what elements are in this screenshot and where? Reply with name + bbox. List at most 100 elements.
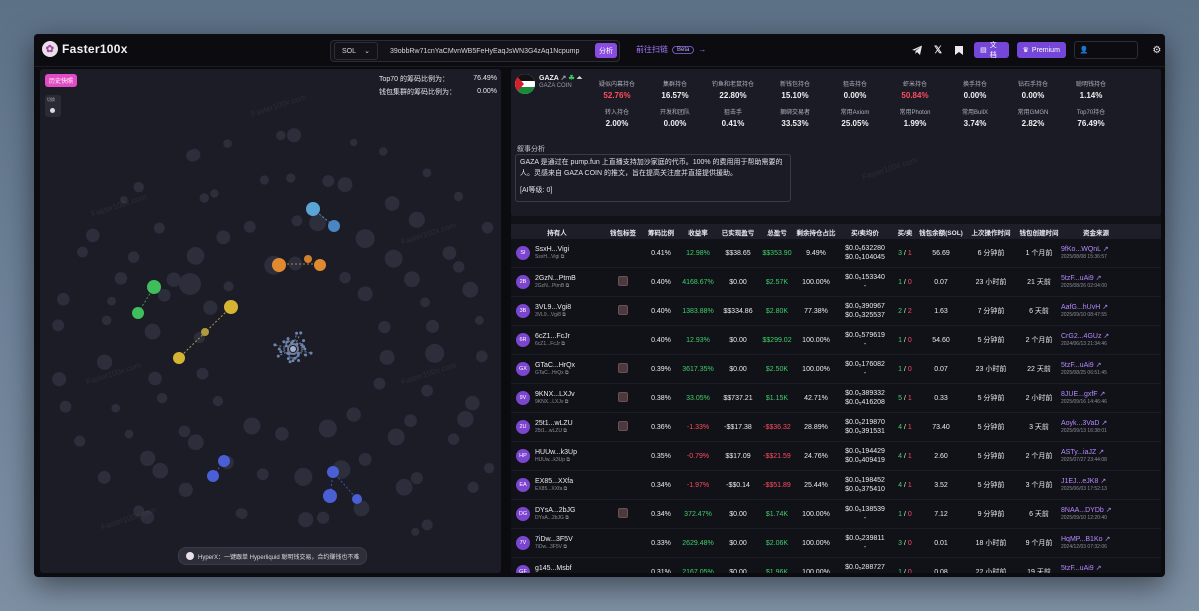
table-row[interactable]: GX GTaC...HrQx GTaC...HrQx ⧉ 0.39% 3617.35% $… xyxy=(511,355,1161,384)
bubble[interactable] xyxy=(235,508,246,519)
holder-cell[interactable]: SI SsxH...Vigi SsxH...Vigi ⧉ xyxy=(511,245,603,261)
bubble[interactable] xyxy=(426,319,440,333)
hub-node[interactable] xyxy=(302,345,306,349)
cluster-bubble[interactable] xyxy=(306,202,320,216)
fund-source-cell[interactable]: 9fKo...WQnL ↗ 2025/08/08 15:36:57 xyxy=(1061,245,1131,261)
bubble[interactable] xyxy=(124,429,134,439)
bubble[interactable] xyxy=(153,222,165,234)
table-row[interactable]: 9V 9KNX...LXJv 9KNX...LXJv ⧉ 0.38% 33.05% $$7… xyxy=(511,384,1161,413)
holder-name[interactable]: 25t1...wLZU xyxy=(535,419,573,428)
bubble[interactable] xyxy=(275,427,289,441)
cluster-bubble[interactable] xyxy=(173,352,185,364)
hyperx-promo[interactable]: HyperX：一键跟单 Hyperliquid 聪明钱交易，合约赚钱也不难 xyxy=(178,547,368,565)
bubble[interactable] xyxy=(166,272,181,287)
holder-name[interactable]: 7iDw...3F5V xyxy=(535,535,573,544)
holder-cell[interactable]: 9V 9KNX...LXJv 9KNX...LXJv ⧉ xyxy=(511,390,603,406)
bubble[interactable] xyxy=(127,251,140,263)
fund-source-cell[interactable]: ASTy...iaJZ ↗ 2025/07/27 23:44:08 xyxy=(1061,448,1131,464)
column-header[interactable]: 钱包余额(SOL) xyxy=(917,227,965,237)
hub-node[interactable] xyxy=(295,342,299,346)
holder-name[interactable]: DYsA...2bJG xyxy=(535,506,575,515)
fund-source-cell[interactable]: HqMP...B1Ko ↗ 2024/12/03 07:32:06 xyxy=(1061,535,1131,551)
column-header[interactable]: 已实现盈亏 xyxy=(717,227,759,237)
holder-name[interactable]: 2GzN...PtmB xyxy=(535,274,576,283)
bubble[interactable] xyxy=(59,400,72,413)
holder-name[interactable]: HUUw...k3Up xyxy=(535,448,577,457)
wallet-tag-icon[interactable] xyxy=(618,363,628,373)
bubble-map[interactable] xyxy=(40,69,501,573)
bubble[interactable] xyxy=(421,519,433,531)
cluster-bubble[interactable] xyxy=(327,466,339,478)
table-row[interactable]: 2B 2GzN...PtmB 2GzN...PtmB ⧉ 0.40% 4168.67% $… xyxy=(511,268,1161,297)
bubble[interactable] xyxy=(77,246,88,258)
bubble[interactable] xyxy=(223,281,234,292)
bubble[interactable] xyxy=(286,173,296,183)
external-link-icon[interactable]: ↗ xyxy=(1096,565,1102,572)
bubble[interactable] xyxy=(199,193,210,203)
bubble[interactable] xyxy=(52,372,67,387)
fund-source-address[interactable]: 9fKo...WQnL xyxy=(1061,246,1101,253)
cluster-bubble[interactable] xyxy=(132,307,144,319)
bubble[interactable] xyxy=(481,221,494,234)
bubble[interactable] xyxy=(453,261,465,273)
premium-button[interactable]: ♛ Premium xyxy=(1016,42,1066,58)
holder-name[interactable]: EX85...XXfa xyxy=(535,477,573,486)
logo[interactable]: ✿ Faster100x xyxy=(42,41,128,57)
bubble[interactable] xyxy=(322,175,335,187)
address-input[interactable]: 39obbRw71cnYaCMvnWB5FeHyEaqJsWN3G4zAq1Nc… xyxy=(390,48,579,55)
hub-node[interactable] xyxy=(286,357,290,361)
wallet-tag-icon[interactable] xyxy=(618,276,628,286)
holder-cell[interactable]: 3B 3VL9...Vgi8 3VL9...Vgi8 ⧉ xyxy=(511,303,603,319)
holder-cell[interactable]: HP HUUw...k3Up HUUw...k3Up ⧉ xyxy=(511,448,603,464)
fund-source-cell[interactable]: Aoyk...3VaD ↗ 2025/09/13 16:38:01 xyxy=(1061,419,1131,435)
copy-icon[interactable]: ⧉ xyxy=(566,283,570,289)
bubble[interactable] xyxy=(187,434,204,451)
copy-icon[interactable]: ⧉ xyxy=(562,312,566,318)
bubble[interactable] xyxy=(212,395,224,407)
bubble[interactable] xyxy=(474,315,484,325)
cluster-bubble[interactable] xyxy=(314,259,326,271)
docs-button[interactable]: ▤ 文档 xyxy=(974,42,1009,59)
hub-node[interactable] xyxy=(295,331,299,335)
bubble[interactable] xyxy=(483,462,495,474)
bubble[interactable] xyxy=(378,147,388,156)
hub-node[interactable] xyxy=(309,351,313,355)
bubble[interactable] xyxy=(276,130,286,141)
cluster-bubble[interactable] xyxy=(224,300,238,314)
external-link-icon[interactable]: ↗ xyxy=(1103,246,1109,253)
bubble[interactable] xyxy=(464,395,480,411)
bubble[interactable] xyxy=(216,230,231,245)
bubble[interactable] xyxy=(186,149,199,162)
table-row[interactable]: SI SsxH...Vigi SsxH...Vigi ⧉ 0.41% 12.98% $$3… xyxy=(511,239,1161,268)
table-row[interactable]: 2U 25t1...wLZU 25t1...wLZU ⧉ 0.36% -1.33% -$$… xyxy=(511,413,1161,442)
fund-source-cell[interactable]: 5tzF...uAi9 ↗2025/08/28 19:08:52 xyxy=(1061,564,1131,573)
holder-name[interactable]: 3VL9...Vgi8 xyxy=(535,303,571,312)
fund-source-address[interactable]: 8JUE...gxfF xyxy=(1061,391,1098,398)
bubble[interactable] xyxy=(442,246,457,260)
external-link-icon[interactable]: ↗ xyxy=(561,75,567,82)
fund-source-address[interactable]: AafG...hUvH xyxy=(1061,304,1100,311)
bubble[interactable] xyxy=(101,315,112,326)
bubble[interactable] xyxy=(339,271,351,284)
bubble[interactable] xyxy=(420,297,430,308)
holder-name[interactable]: 6cZ1...FcJr xyxy=(535,332,570,341)
fund-source-cell[interactable]: 5tzF...uAi9 ↗ 2025/08/25 06:51:45 xyxy=(1061,361,1131,377)
fund-source-address[interactable]: 8NAA...DYDb xyxy=(1061,507,1104,514)
holder-cell[interactable]: GFg145...Msbfg145...Msbf ⧉ xyxy=(511,564,603,573)
external-link-icon[interactable]: ↗ xyxy=(1096,275,1102,282)
fund-source-cell[interactable]: 5tzF...uAi9 ↗ 2025/08/26 02:04:00 xyxy=(1061,274,1131,290)
copy-icon[interactable]: ⧉ xyxy=(565,370,569,376)
holder-cell[interactable]: 2B 2GzN...PtmB 2GzN...PtmB ⧉ xyxy=(511,274,603,290)
column-header[interactable]: 剩余持仓占比 xyxy=(795,227,837,237)
bubble[interactable] xyxy=(114,272,128,285)
hub-center[interactable] xyxy=(290,346,296,352)
bubble[interactable] xyxy=(447,433,460,445)
bubble[interactable] xyxy=(462,281,479,298)
cluster-bubble[interactable] xyxy=(352,494,362,504)
hub-node[interactable] xyxy=(279,350,283,354)
cluster-bubble[interactable] xyxy=(304,255,312,263)
copy-icon[interactable]: ⧉ xyxy=(565,515,569,521)
external-link-icon[interactable]: ↗ xyxy=(1101,420,1107,427)
hub-node[interactable] xyxy=(277,347,281,351)
telegram-icon[interactable] xyxy=(910,43,923,57)
